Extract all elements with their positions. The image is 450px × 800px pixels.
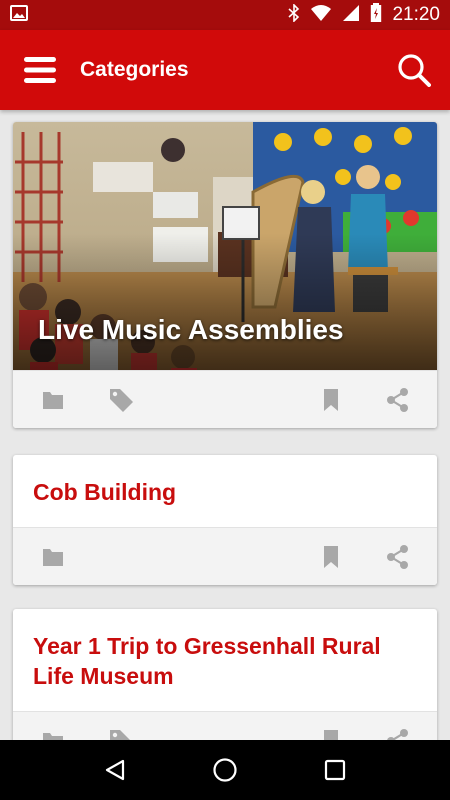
share-icon[interactable] bbox=[379, 723, 415, 740]
page-title: Categories bbox=[80, 58, 189, 81]
wifi-icon bbox=[310, 4, 332, 27]
bookmark-icon[interactable] bbox=[313, 539, 349, 575]
hamburger-menu-icon[interactable] bbox=[0, 30, 80, 110]
signal-icon bbox=[342, 4, 360, 27]
card-title[interactable]: Live Music Assemblies bbox=[38, 314, 344, 346]
status-bar: 21:20 bbox=[0, 0, 450, 30]
category-card[interactable]: Year 1 Trip to Gressenhall Rural Life Mu… bbox=[13, 609, 437, 740]
bookmark-icon[interactable] bbox=[313, 723, 349, 740]
bluetooth-icon bbox=[288, 2, 300, 27]
card-title[interactable]: Cob Building bbox=[13, 455, 437, 527]
share-icon[interactable] bbox=[379, 539, 415, 575]
system-nav-bar bbox=[0, 740, 450, 800]
clock: 21:20 bbox=[392, 4, 440, 25]
back-icon[interactable] bbox=[95, 750, 135, 790]
share-icon[interactable] bbox=[379, 382, 415, 418]
card-actions bbox=[13, 711, 437, 740]
image-icon bbox=[10, 4, 28, 26]
category-list[interactable]: Live Music Assemblies Cob Building Year … bbox=[0, 110, 450, 740]
card-actions bbox=[13, 527, 437, 585]
folder-icon[interactable] bbox=[35, 539, 71, 575]
card-photo[interactable]: Live Music Assemblies bbox=[13, 122, 437, 370]
category-card[interactable]: Live Music Assemblies bbox=[13, 122, 437, 428]
folder-icon[interactable] bbox=[35, 382, 71, 418]
search-icon[interactable] bbox=[384, 30, 444, 110]
tag-icon[interactable] bbox=[103, 723, 139, 740]
bookmark-icon[interactable] bbox=[313, 382, 349, 418]
category-card[interactable]: Cob Building bbox=[13, 455, 437, 585]
tag-icon[interactable] bbox=[103, 382, 139, 418]
card-title[interactable]: Year 1 Trip to Gressenhall Rural Life Mu… bbox=[13, 609, 437, 711]
card-actions bbox=[13, 370, 437, 428]
app-bar: Categories bbox=[0, 30, 450, 110]
home-icon[interactable] bbox=[205, 750, 245, 790]
recents-icon[interactable] bbox=[315, 750, 355, 790]
folder-icon[interactable] bbox=[35, 723, 71, 740]
battery-icon bbox=[370, 2, 382, 28]
